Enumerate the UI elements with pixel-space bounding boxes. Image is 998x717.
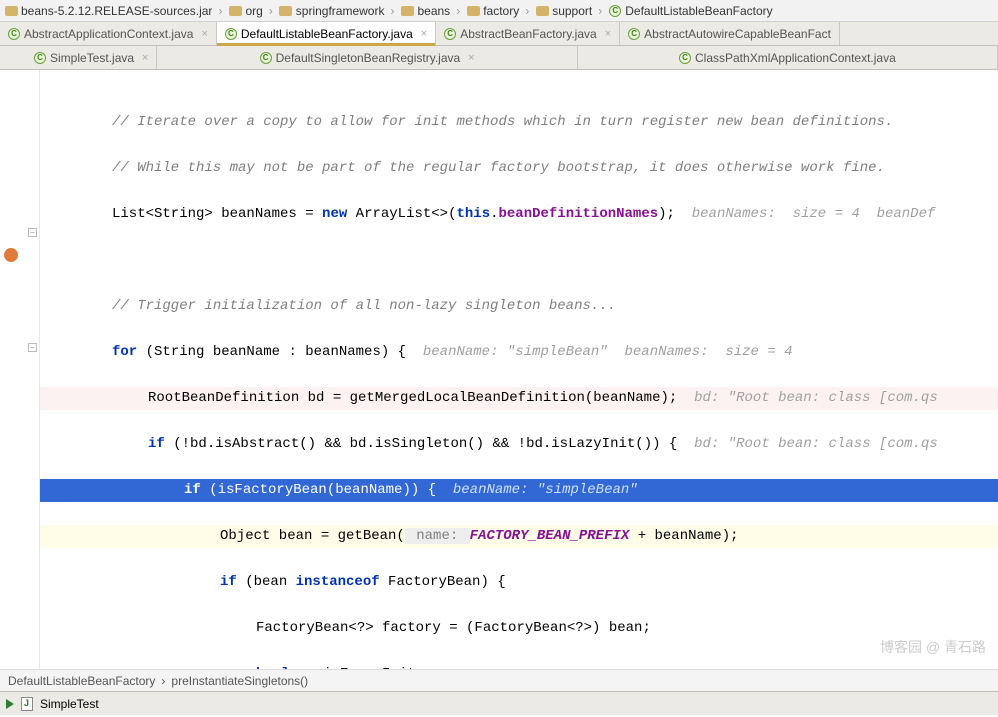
run-bar: SimpleTest — [0, 691, 998, 715]
bc-label: DefaultListableBeanFactory — [625, 4, 772, 18]
code-line: FactoryBean<?> factory = (FactoryBean<?>… — [40, 617, 998, 640]
bc-1[interactable]: org — [228, 4, 262, 18]
close-icon[interactable]: × — [605, 28, 611, 40]
java-file-icon — [21, 697, 33, 711]
class-icon: C — [260, 52, 272, 64]
code-area[interactable]: // Iterate over a copy to allow for init… — [40, 70, 998, 669]
comment: // While this may not be part of the reg… — [112, 160, 885, 176]
tab-label: AbstractApplicationContext.java — [24, 27, 193, 41]
code-line: boolean isEagerInit; — [40, 663, 998, 669]
code-line: Object bean = getBean( name: FACTORY_BEA… — [40, 525, 998, 548]
folder-icon — [279, 6, 292, 16]
bc-label: beans — [417, 4, 450, 18]
code-line: List<String> beanNames = new ArrayList<>… — [40, 203, 998, 226]
folder-icon — [5, 6, 18, 16]
run-config-label[interactable]: SimpleTest — [40, 697, 99, 711]
fold-icon[interactable]: − — [28, 343, 37, 352]
tab-3[interactable]: C AbstractAutowireCapableBeanFact — [620, 22, 840, 45]
chevron-right-icon: › — [269, 4, 273, 18]
fold-icon[interactable]: − — [28, 228, 37, 237]
class-icon: C — [679, 52, 691, 64]
bc-label: springframework — [296, 4, 385, 18]
class-icon: C — [34, 52, 46, 64]
class-icon: C — [8, 28, 20, 40]
class-icon: C — [225, 28, 237, 40]
chevron-right-icon: › — [390, 4, 394, 18]
bc-3[interactable]: beans — [400, 4, 450, 18]
code-line: if (!bd.isAbstract() && bd.isSingleton()… — [40, 433, 998, 456]
tab-label: AbstractAutowireCapableBeanFact — [644, 27, 831, 41]
tab-label: ClassPathXmlApplicationContext.java — [695, 51, 896, 65]
code-line: for (String beanName : beanNames) { bean… — [40, 341, 998, 364]
code-line: RootBeanDefinition bd = getMergedLocalBe… — [40, 387, 998, 410]
tab-0[interactable]: C AbstractApplicationContext.java × — [0, 22, 217, 45]
bc-label: beans-5.2.12.RELEASE-sources.jar — [21, 4, 212, 18]
class-icon: C — [609, 5, 621, 17]
tab-label: DefaultSingletonBeanRegistry.java — [276, 51, 461, 65]
chevron-right-icon: › — [598, 4, 602, 18]
gutter: − − — [0, 70, 40, 669]
chevron-right-icon: › — [218, 4, 222, 18]
folder-icon — [536, 6, 549, 16]
class-icon: C — [628, 28, 640, 40]
folder-icon — [467, 6, 480, 16]
close-icon[interactable]: × — [421, 28, 427, 40]
tab-6[interactable]: C ClassPathXmlApplicationContext.java — [578, 46, 998, 69]
close-icon[interactable]: × — [142, 52, 148, 64]
method-crumb: DefaultListableBeanFactory › preInstanti… — [0, 669, 998, 691]
bc-4[interactable]: factory — [466, 4, 519, 18]
bc-0[interactable]: beans-5.2.12.RELEASE-sources.jar — [4, 4, 212, 18]
run-icon[interactable] — [6, 699, 14, 709]
crumb-class[interactable]: DefaultListableBeanFactory — [8, 674, 155, 688]
bc-label: factory — [483, 4, 519, 18]
bc-label: org — [245, 4, 262, 18]
chevron-right-icon: › — [525, 4, 529, 18]
comment: // Iterate over a copy to allow for init… — [112, 114, 893, 130]
tab-5[interactable]: C DefaultSingletonBeanRegistry.java × — [157, 46, 577, 69]
folder-icon — [229, 6, 242, 16]
close-icon[interactable]: × — [201, 28, 207, 40]
bc-2[interactable]: springframework — [279, 4, 385, 18]
tab-1[interactable]: C DefaultListableBeanFactory.java × — [217, 22, 436, 45]
tab-label: DefaultListableBeanFactory.java — [241, 27, 413, 41]
bc-label: support — [552, 4, 592, 18]
code-line: if (bean instanceof FactoryBean) { — [40, 571, 998, 594]
bc-5[interactable]: support — [535, 4, 592, 18]
editor[interactable]: − − // Iterate over a copy to allow for … — [0, 70, 998, 669]
chevron-right-icon: › — [161, 674, 165, 688]
tab-label: SimpleTest.java — [50, 51, 134, 65]
folder-icon — [401, 6, 414, 16]
comment: // Trigger initialization of all non-laz… — [112, 298, 616, 314]
chevron-right-icon: › — [456, 4, 460, 18]
code-line-selected: if (isFactoryBean(beanName)) { beanName:… — [40, 479, 998, 502]
tab-label: AbstractBeanFactory.java — [460, 27, 597, 41]
tab-2[interactable]: C AbstractBeanFactory.java × — [436, 22, 620, 45]
crumb-method[interactable]: preInstantiateSingletons() — [171, 674, 308, 688]
tabs-row-1: C AbstractApplicationContext.java × C Defau… — [0, 22, 998, 46]
breadcrumb: beans-5.2.12.RELEASE-sources.jar › org › s… — [0, 0, 998, 22]
close-icon[interactable]: × — [468, 52, 474, 64]
tabs-row-2: C SimpleTest.java × C DefaultSingletonBeanR… — [0, 46, 998, 70]
bc-6[interactable]: C DefaultListableBeanFactory — [608, 4, 772, 18]
class-icon: C — [444, 28, 456, 40]
breakpoint-icon[interactable] — [4, 248, 18, 262]
tab-4[interactable]: C SimpleTest.java × — [0, 46, 157, 69]
